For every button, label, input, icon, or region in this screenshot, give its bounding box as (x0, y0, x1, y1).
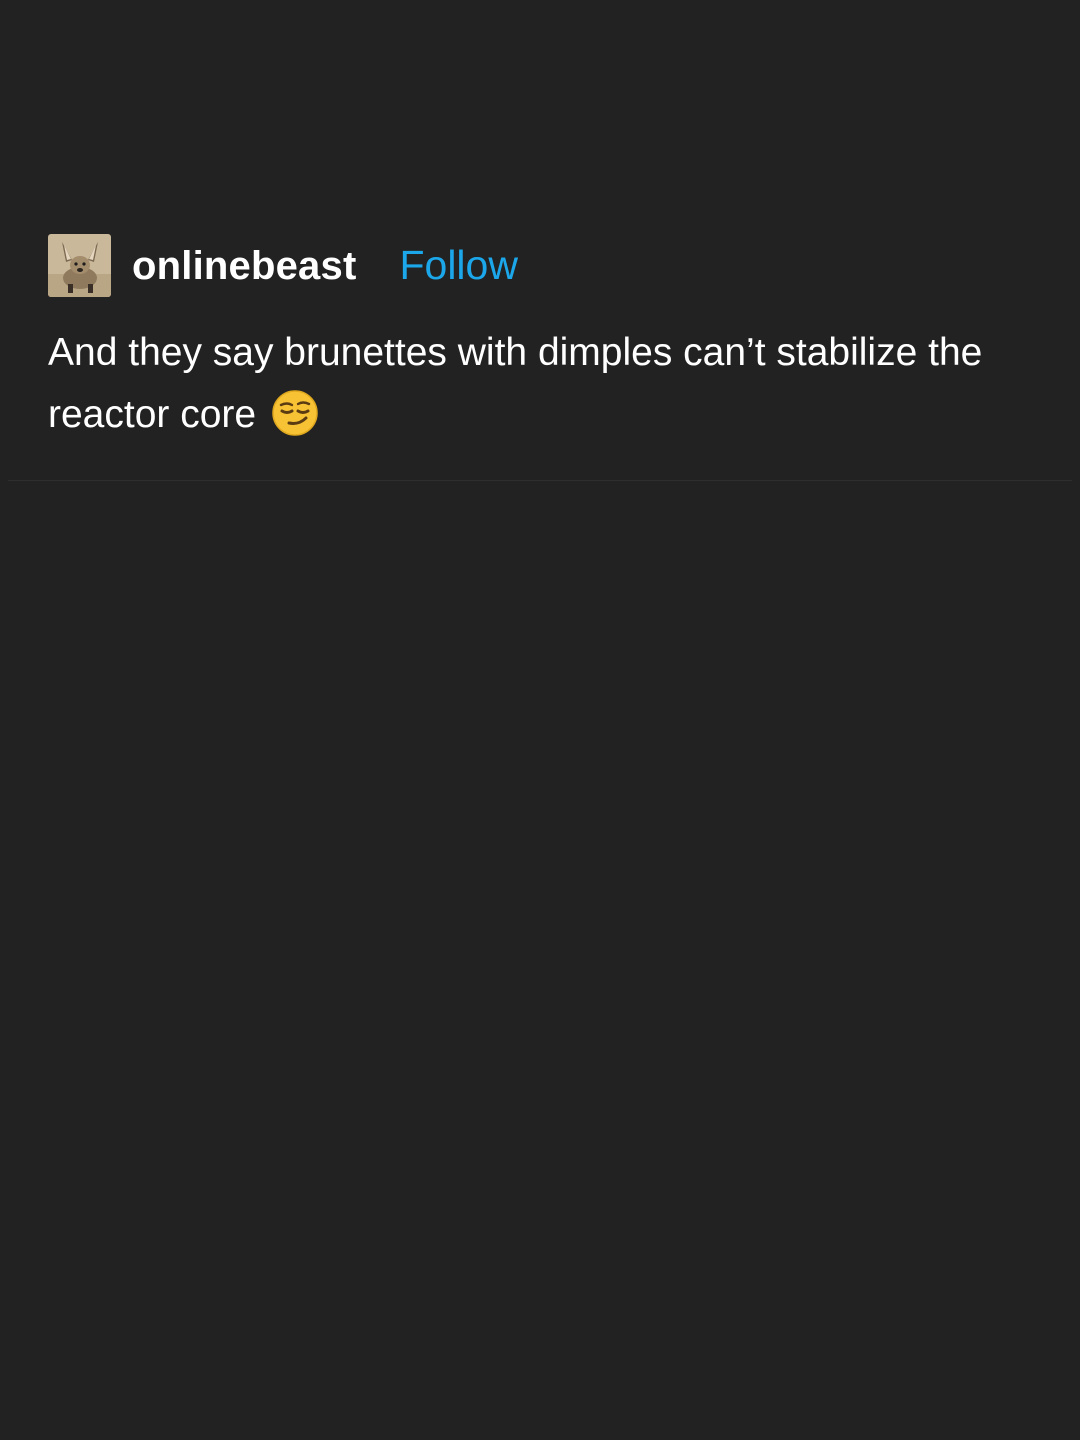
post-card: onlinebeast Follow And they say brunette… (0, 0, 1080, 482)
bat-eared-fox-icon (48, 234, 111, 297)
follow-button[interactable]: Follow (399, 245, 517, 286)
post-text: And they say brunettes with dimples can’… (48, 331, 983, 436)
post-body: And they say brunettes with dimples can’… (48, 322, 1038, 446)
post-header: onlinebeast Follow (48, 234, 518, 297)
post-divider (8, 480, 1072, 481)
avatar[interactable] (48, 234, 111, 297)
username[interactable]: onlinebeast (132, 246, 356, 286)
smirking-face-icon (272, 390, 318, 436)
